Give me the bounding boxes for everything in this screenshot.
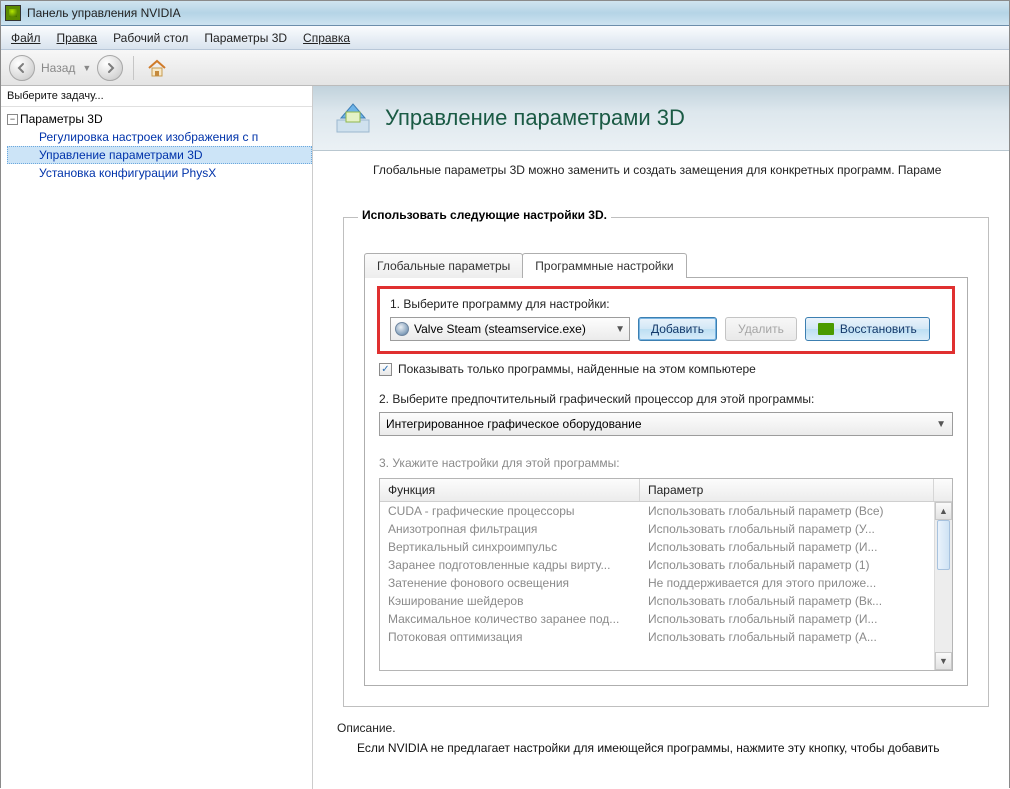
nvidia-app-icon: [5, 5, 21, 21]
main-panel: Управление параметрами 3D Глобальные пар…: [313, 86, 1009, 789]
settings-row-function: Затенение фонового освещения: [388, 576, 648, 590]
only-installed-checkbox[interactable]: ✓: [379, 363, 392, 376]
step2-label: 2. Выберите предпочтительный графический…: [379, 392, 953, 406]
settings-row[interactable]: Анизотропная фильтрацияИспользовать глоб…: [380, 520, 952, 538]
nvidia-badge-icon: [818, 323, 834, 335]
grid-header-param[interactable]: Параметр: [640, 479, 934, 501]
nav-home-button[interactable]: [144, 57, 170, 79]
toolbar-separator: [133, 56, 134, 80]
header-3d-icon: [333, 98, 373, 138]
tab-program[interactable]: Программные настройки: [522, 253, 686, 278]
settings-row-function: CUDA - графические процессоры: [388, 504, 648, 518]
settings-row-param: Использовать глобальный параметр (И...: [648, 612, 944, 626]
arrow-left-icon: [16, 62, 28, 74]
step1-label: 1. Выберите программу для настройки:: [390, 297, 942, 311]
settings-row-function: Анизотропная фильтрация: [388, 522, 648, 536]
menu-file[interactable]: Файл: [3, 28, 49, 48]
chevron-down-icon: ▼: [936, 419, 946, 430]
settings-row[interactable]: Кэширование шейдеровИспользовать глобаль…: [380, 592, 952, 610]
tab-body: 1. Выберите программу для настройки: Val…: [364, 277, 968, 686]
menu-desktop[interactable]: Рабочий стол: [105, 28, 196, 48]
settings-row-function: Кэширование шейдеров: [388, 594, 648, 608]
arrow-right-icon: [104, 62, 116, 74]
tree-root-params3d[interactable]: − Параметры 3D: [7, 110, 312, 128]
scroll-down-icon[interactable]: ▼: [935, 652, 952, 670]
settings-row[interactable]: Затенение фонового освещенияНе поддержив…: [380, 574, 952, 592]
chevron-down-icon: ▼: [615, 324, 625, 335]
nav-back-button[interactable]: [9, 55, 35, 81]
settings-card: Использовать следующие настройки 3D. Гло…: [343, 217, 989, 707]
titlebar: Панель управления NVIDIA: [1, 1, 1009, 26]
tree-item-image-adjust[interactable]: Регулировка настроек изображения с п: [7, 128, 312, 146]
nav-back-dropdown[interactable]: ▼: [78, 63, 95, 73]
program-dropdown[interactable]: Valve Steam (steamservice.exe) ▼: [390, 317, 630, 341]
settings-grid: Функция Параметр CUDA - графические проц…: [379, 478, 953, 671]
scroll-up-icon[interactable]: ▲: [935, 502, 952, 520]
page-subtitle: Глобальные параметры 3D можно заменить и…: [313, 151, 1009, 187]
tree-root-label: Параметры 3D: [20, 112, 103, 126]
scroll-thumb[interactable]: [937, 520, 950, 570]
description-body: Если NVIDIA не предлагает настройки для …: [357, 741, 989, 755]
settings-row[interactable]: Вертикальный синхроимпульсИспользовать г…: [380, 538, 952, 556]
settings-row-function: Максимальное количество заранее под...: [388, 612, 648, 626]
settings-row-param: Использовать глобальный параметр (1): [648, 558, 944, 572]
step3-label: 3. Укажите настройки для этой программы:: [379, 456, 953, 470]
tree-collapse-icon[interactable]: −: [7, 114, 18, 125]
settings-row[interactable]: CUDA - графические процессорыИспользоват…: [380, 502, 952, 520]
settings-row-param: Использовать глобальный параметр (А...: [648, 630, 944, 644]
steam-icon: [395, 322, 409, 336]
add-button[interactable]: Добавить: [638, 317, 717, 341]
card-legend: Использовать следующие настройки 3D.: [358, 208, 611, 222]
sidebar-heading: Выберите задачу...: [1, 86, 312, 107]
program-dropdown-value: Valve Steam (steamservice.exe): [414, 322, 586, 336]
settings-row-param: Использовать глобальный параметр (Вк...: [648, 594, 944, 608]
tree-item-physx[interactable]: Установка конфигурации PhysX: [7, 164, 312, 182]
settings-row-function: Заранее подготовленные кадры вирту...: [388, 558, 648, 572]
gpu-dropdown-value: Интегрированное графическое оборудование: [386, 417, 642, 431]
settings-row-param: Использовать глобальный параметр (И...: [648, 540, 944, 554]
settings-row-function: Потоковая оптимизация: [388, 630, 648, 644]
settings-row-function: Вертикальный синхроимпульс: [388, 540, 648, 554]
only-installed-label: Показывать только программы, найденные н…: [398, 362, 756, 376]
menubar: Файл Правка Рабочий стол Параметры 3D Сп…: [1, 26, 1009, 50]
home-icon: [146, 58, 168, 78]
scroll-track[interactable]: [935, 520, 952, 652]
restore-button-label: Восстановить: [840, 322, 917, 336]
page-title: Управление параметрами 3D: [385, 105, 685, 131]
menu-help[interactable]: Справка: [295, 28, 358, 48]
only-installed-checkbox-row: ✓ Показывать только программы, найденные…: [379, 362, 953, 376]
settings-row[interactable]: Заранее подготовленные кадры вирту...Исп…: [380, 556, 952, 574]
page-header: Управление параметрами 3D: [313, 86, 1009, 151]
description-heading: Описание.: [337, 721, 989, 735]
settings-row-param: Использовать глобальный параметр (У...: [648, 522, 944, 536]
settings-tabs: Глобальные параметры Программные настрой…: [364, 252, 968, 277]
step1-highlight: 1. Выберите программу для настройки: Val…: [377, 286, 955, 354]
settings-row-param: Не поддерживается для этого приложе...: [648, 576, 944, 590]
grid-scrollbar[interactable]: ▲ ▼: [934, 502, 952, 670]
window-title: Панель управления NVIDIA: [27, 6, 181, 20]
remove-button: Удалить: [725, 317, 797, 341]
settings-row[interactable]: Потоковая оптимизацияИспользовать глобал…: [380, 628, 952, 646]
settings-row[interactable]: Максимальное количество заранее под...Ис…: [380, 610, 952, 628]
restore-button[interactable]: Восстановить: [805, 317, 930, 341]
menu-params3d[interactable]: Параметры 3D: [196, 28, 295, 48]
menu-edit[interactable]: Правка: [49, 28, 106, 48]
grid-header-scroll: [934, 479, 952, 501]
nav-forward-button[interactable]: [97, 55, 123, 81]
task-sidebar: Выберите задачу... − Параметры 3D Регули…: [1, 86, 313, 789]
tab-global[interactable]: Глобальные параметры: [364, 253, 523, 278]
settings-row-param: Использовать глобальный параметр (Все): [648, 504, 944, 518]
tree-item-manage-3d[interactable]: Управление параметрами 3D: [7, 146, 312, 164]
task-tree: − Параметры 3D Регулировка настроек изоб…: [1, 107, 312, 182]
nav-back-label: Назад: [41, 61, 75, 75]
grid-header-function[interactable]: Функция: [380, 479, 640, 501]
gpu-dropdown[interactable]: Интегрированное графическое оборудование…: [379, 412, 953, 436]
nav-toolbar: Назад ▼: [1, 50, 1009, 86]
